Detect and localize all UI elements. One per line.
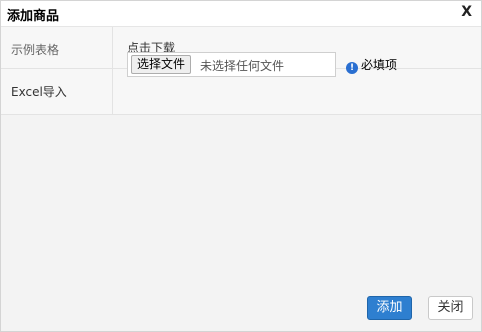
add-button[interactable]: 添加 <box>367 296 412 320</box>
close-icon[interactable]: X <box>461 4 472 20</box>
required-text: 必填项 <box>361 58 398 72</box>
choose-file-button[interactable]: 选择文件 <box>131 55 192 74</box>
dialog-footer: 添加 关闭 <box>1 289 481 331</box>
close-button[interactable]: 关闭 <box>428 296 473 320</box>
required-hint: ! 必填项 <box>346 56 397 74</box>
sample-table-label-cell: 示例表格 <box>1 27 113 68</box>
excel-import-label: Excel导入 <box>11 85 67 99</box>
dialog-titlebar: 添加商品 X <box>1 1 481 27</box>
file-status-text: 未选择任何文件 <box>200 59 285 73</box>
excel-import-label-cell: Excel导入 <box>1 69 113 114</box>
info-circle-icon: ! <box>346 62 358 74</box>
sample-table-label: 示例表格 <box>11 43 60 57</box>
add-product-dialog: 添加商品 X 示例表格 点击下载 Excel导入 选择文件 未选择任何文件 ! 必… <box>0 0 482 332</box>
dialog-title: 添加商品 <box>7 9 60 24</box>
file-input[interactable]: 选择文件 未选择任何文件 <box>127 52 336 77</box>
